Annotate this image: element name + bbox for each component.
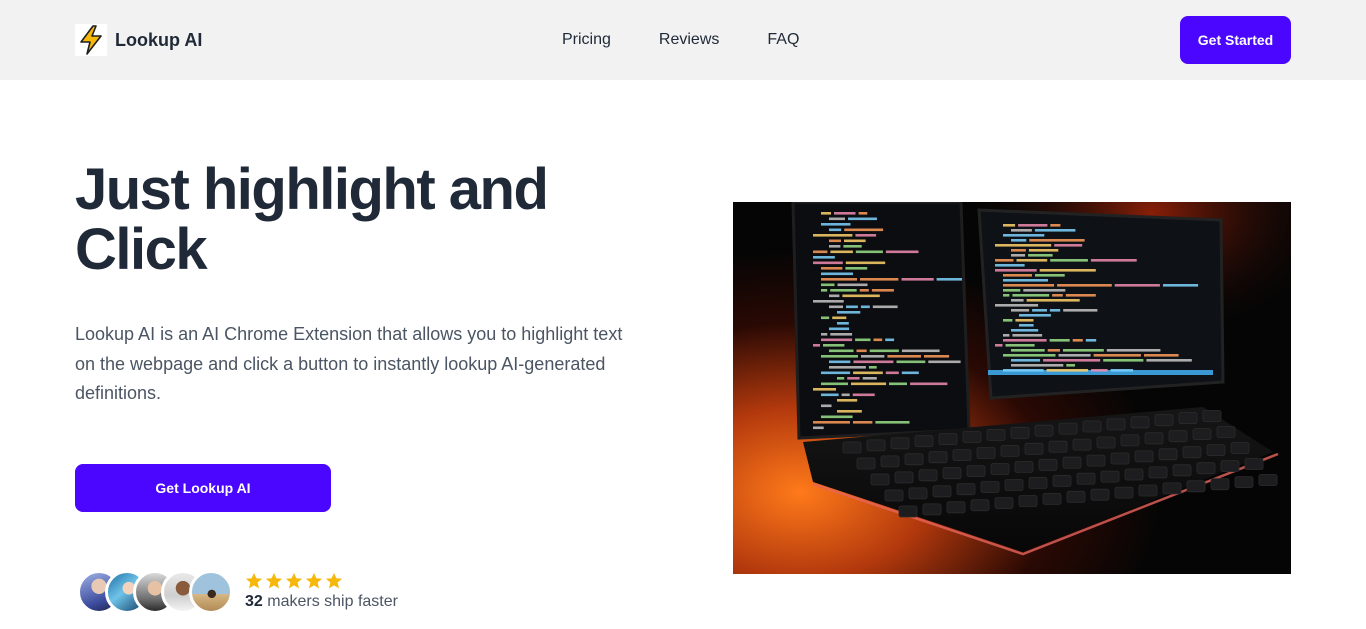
avatar-group xyxy=(77,570,233,614)
star-icon xyxy=(265,572,283,589)
makers-label: makers ship faster xyxy=(267,593,398,610)
nav-pricing[interactable]: Pricing xyxy=(562,30,611,50)
rating: 32 makers ship faster xyxy=(245,572,398,612)
makers-count-text: 32 makers ship faster xyxy=(245,592,398,612)
get-lookup-ai-button[interactable]: Get Lookup AI xyxy=(75,464,331,512)
star-rating xyxy=(245,572,398,590)
brand[interactable]: Lookup AI xyxy=(75,24,202,56)
lightning-bolt-icon xyxy=(75,24,107,56)
laptop-code-photo xyxy=(733,202,1291,574)
nav-reviews[interactable]: Reviews xyxy=(659,30,719,50)
hero-description: Lookup AI is an AI Chrome Extension that… xyxy=(75,324,623,403)
nav-faq[interactable]: FAQ xyxy=(767,30,799,50)
avatar xyxy=(189,570,233,614)
social-proof: 32 makers ship faster xyxy=(77,570,398,614)
top-navigation-bar: Lookup AI Pricing Reviews FAQ Get Starte… xyxy=(0,0,1366,80)
star-icon xyxy=(285,572,303,589)
get-started-button[interactable]: Get Started xyxy=(1180,16,1291,64)
star-icon xyxy=(305,572,323,589)
main-nav: Pricing Reviews FAQ xyxy=(562,30,799,50)
star-icon xyxy=(325,572,343,589)
makers-count: 32 xyxy=(245,593,263,610)
hero-title-line-2: Click xyxy=(75,217,208,282)
hero-title-line-1: Just highlight and xyxy=(75,157,549,222)
hero-title: Just highlight and Click xyxy=(75,160,635,280)
star-icon xyxy=(245,572,263,589)
brand-name: Lookup AI xyxy=(115,29,203,50)
